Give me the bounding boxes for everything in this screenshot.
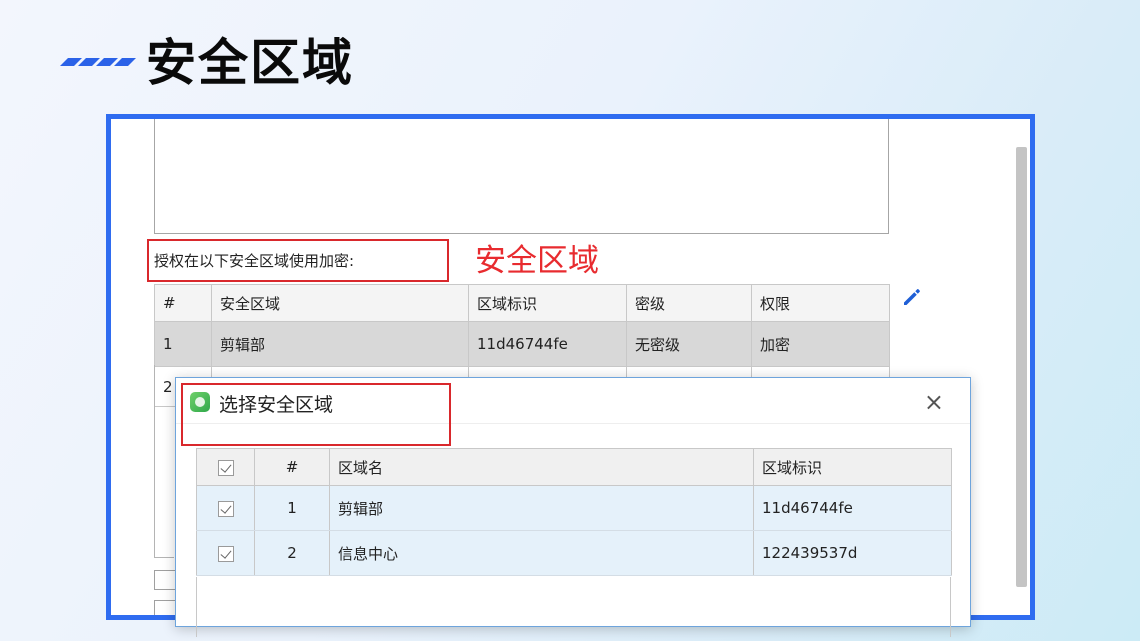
column-header[interactable]: # <box>154 284 212 322</box>
row-checkbox[interactable] <box>196 485 255 531</box>
table-header: # 安全区域 区域标识 密级 权限 <box>154 284 890 322</box>
row-number: 1 <box>254 485 330 531</box>
zone-level: 无密级 <box>626 321 752 367</box>
pencil-icon[interactable] <box>900 285 924 309</box>
column-header[interactable]: 区域标识 <box>468 284 627 322</box>
table-row[interactable]: 1 剪辑部 11d46744fe 无密级 加密 <box>154 321 890 367</box>
table-empty-area <box>154 365 174 558</box>
zone-id: 11d46744fe <box>468 321 627 367</box>
table-row[interactable]: 1 剪辑部 11d46744fe <box>196 485 952 531</box>
close-icon[interactable]: × <box>924 388 944 416</box>
zone-permission: 加密 <box>751 321 890 367</box>
row-number: 2 <box>254 530 330 576</box>
page-title: 安全区域 <box>146 34 354 92</box>
column-header[interactable]: 权限 <box>751 284 890 322</box>
highlight-box-dialog-title <box>181 383 451 446</box>
zone-name: 信息中心 <box>329 530 754 576</box>
table-header: # 区域名 区域标识 <box>196 448 952 486</box>
checkbox[interactable] <box>154 570 176 590</box>
column-header[interactable]: # <box>254 448 330 486</box>
vertical-scrollbar[interactable] <box>1016 147 1027 587</box>
column-header[interactable]: 安全区域 <box>211 284 469 322</box>
row-number: 1 <box>154 321 212 367</box>
zone-id: 122439537d <box>753 530 952 576</box>
checkbox[interactable] <box>154 600 176 615</box>
zone-id: 11d46744fe <box>753 485 952 531</box>
highlight-box-label <box>147 239 449 282</box>
zone-name: 剪辑部 <box>211 321 469 367</box>
zone-select-table: # 区域名 区域标识 1 剪辑部 11d46744fe 2 信息中心 12243… <box>196 448 952 576</box>
select-all-checkbox[interactable] <box>196 448 255 486</box>
select-zone-dialog: 选择安全区域 × # 区域名 区域标识 1 剪辑部 11d46744fe 2 信… <box>175 377 971 637</box>
annotation-text: 安全区域 <box>475 243 599 279</box>
table-row[interactable]: 2 信息中心 122439537d <box>196 530 952 576</box>
description-textarea[interactable] <box>154 119 889 234</box>
table-empty-area <box>196 577 951 637</box>
title-decoration <box>60 58 136 66</box>
column-header[interactable]: 区域名 <box>329 448 754 486</box>
column-header[interactable]: 密级 <box>626 284 752 322</box>
column-header[interactable]: 区域标识 <box>753 448 952 486</box>
zone-name: 剪辑部 <box>329 485 754 531</box>
slide-title: 安全区域 <box>60 22 354 96</box>
row-checkbox[interactable] <box>196 530 255 576</box>
